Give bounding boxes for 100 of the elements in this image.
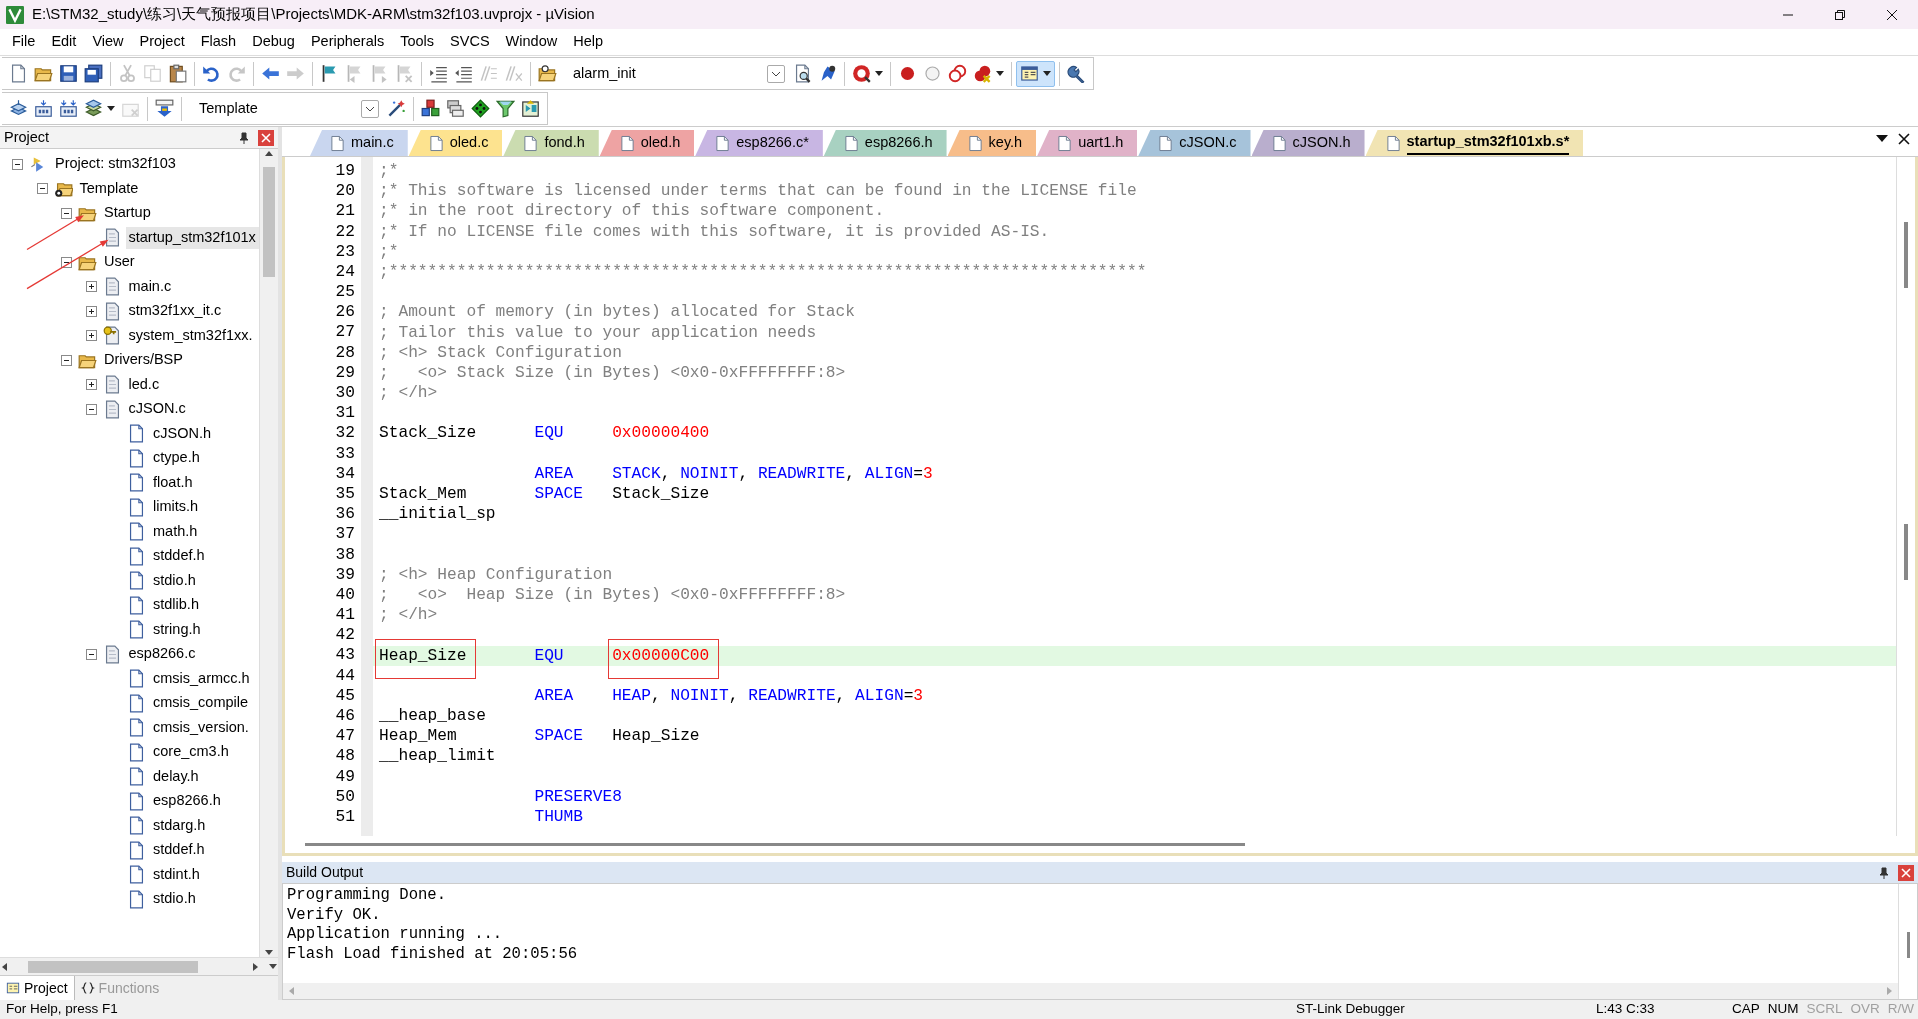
tree-item[interactable]: stdio.h xyxy=(150,888,199,911)
tree-item[interactable]: cmsis_compile xyxy=(150,692,252,715)
wand-icon[interactable] xyxy=(387,99,406,118)
stacked-windows-icon[interactable] xyxy=(446,99,465,118)
editor-tab[interactable]: cJSON.c xyxy=(1138,130,1251,156)
tree-item[interactable]: system_stm32f1xx. xyxy=(125,324,256,347)
window-icon[interactable] xyxy=(1020,64,1039,83)
breakpoint-icon[interactable] xyxy=(898,64,917,83)
tree-item[interactable]: stdint.h xyxy=(150,863,203,886)
file-icon[interactable] xyxy=(715,134,731,152)
scroll-right-icon[interactable] xyxy=(252,961,260,972)
floppy-icon[interactable] xyxy=(59,64,78,83)
editor-tab[interactable]: esp8266.h xyxy=(823,130,947,156)
tree-item[interactable]: ctype.h xyxy=(150,447,203,470)
caret-icon[interactable] xyxy=(107,105,115,112)
braces-icon[interactable] xyxy=(80,981,95,995)
folder-icon[interactable] xyxy=(538,64,557,83)
document-search-icon[interactable] xyxy=(793,64,812,83)
menu-item[interactable]: Flash xyxy=(192,29,245,55)
pin-icon[interactable] xyxy=(1878,866,1890,879)
diamond-icon[interactable] xyxy=(471,99,490,118)
tree-item[interactable]: stdio.h xyxy=(150,569,199,592)
chip-grid-icon[interactable] xyxy=(521,99,540,118)
clipboard-icon[interactable] xyxy=(168,64,187,83)
file-icon[interactable] xyxy=(1158,134,1174,152)
tree-item[interactable]: string.h xyxy=(150,618,204,641)
file-icon[interactable] xyxy=(967,134,983,152)
editor-tab[interactable]: fond.h xyxy=(503,130,599,156)
scroll-thumb[interactable] xyxy=(305,843,1245,846)
collapse-icon[interactable] xyxy=(61,354,72,366)
rings-icon[interactable] xyxy=(948,64,967,83)
menu-item[interactable]: Debug xyxy=(244,29,303,55)
dropdown-button[interactable] xyxy=(767,64,785,83)
editor-tab[interactable]: oled.c xyxy=(408,130,503,156)
window-icon[interactable] xyxy=(6,981,20,995)
file-icon[interactable] xyxy=(619,134,635,152)
collapse-icon[interactable] xyxy=(85,648,97,660)
tree-item[interactable]: Template xyxy=(76,177,142,200)
file-icon[interactable] xyxy=(1385,134,1401,152)
close-button[interactable] xyxy=(1898,864,1914,881)
collapse-icon[interactable] xyxy=(61,256,72,268)
editor-tab[interactable]: cJSON.h xyxy=(1251,130,1365,156)
editor-tab[interactable]: uart1.h xyxy=(1037,130,1138,156)
file-icon[interactable] xyxy=(1271,134,1287,152)
file-icon[interactable] xyxy=(428,134,444,152)
tree-item[interactable]: cmsis_version. xyxy=(150,716,252,739)
file-icon[interactable] xyxy=(523,134,539,152)
menu-item[interactable]: Peripherals xyxy=(302,29,393,55)
file-icon[interactable] xyxy=(843,134,859,152)
close-button[interactable] xyxy=(258,129,274,146)
expand-icon[interactable] xyxy=(85,379,97,391)
editor-tab[interactable]: key.h xyxy=(947,130,1037,156)
tree-item[interactable]: Project: stm32f103 xyxy=(52,153,179,176)
scroll-thumb[interactable] xyxy=(1904,222,1908,288)
undo-icon[interactable] xyxy=(202,64,221,83)
tree-item[interactable]: stm32f1xx_it.c xyxy=(125,300,225,323)
tree-item[interactable]: float.h xyxy=(150,471,196,494)
layout-button[interactable] xyxy=(1016,60,1055,87)
tree-item[interactable]: stddef.h xyxy=(150,545,208,568)
expand-icon[interactable] xyxy=(85,305,97,317)
tree-item[interactable]: limits.h xyxy=(150,496,202,519)
cubes-icon[interactable] xyxy=(421,99,440,118)
pin-icon[interactable] xyxy=(238,131,250,144)
tree-item[interactable]: led.c xyxy=(125,373,163,396)
tree-item[interactable]: cmsis_armcc.h xyxy=(150,667,253,690)
tree-item[interactable]: Drivers/BSP xyxy=(101,349,186,372)
layers-icon[interactable] xyxy=(84,99,103,118)
scroll-thumb[interactable] xyxy=(263,167,275,277)
scrollbar[interactable] xyxy=(0,957,278,975)
tree-item[interactable]: Startup xyxy=(101,202,154,225)
scroll-thumb[interactable] xyxy=(28,960,198,973)
caret-icon[interactable] xyxy=(996,70,1004,77)
scroll-thumb[interactable] xyxy=(1904,524,1908,580)
menu-item[interactable]: Project xyxy=(131,29,193,55)
caret-icon[interactable] xyxy=(1043,70,1051,77)
dots-cross-icon[interactable] xyxy=(973,64,992,83)
caret-icon[interactable] xyxy=(875,70,883,77)
collapse-icon[interactable] xyxy=(85,403,97,415)
scroll-thumb[interactable] xyxy=(1906,932,1910,958)
editor-tab[interactable]: main.c xyxy=(310,130,408,156)
tree-item[interactable]: cJSON.h xyxy=(150,422,214,445)
editor-tab[interactable]: esp8266.c* xyxy=(695,130,823,156)
tree-item[interactable]: esp8266.h xyxy=(150,790,224,813)
menu-item[interactable]: Window xyxy=(497,29,566,55)
menu-item[interactable]: Help xyxy=(565,29,611,55)
tree-item[interactable]: delay.h xyxy=(150,765,202,788)
tree-item[interactable]: cJSON.c xyxy=(125,398,189,421)
expand-icon[interactable] xyxy=(85,281,97,293)
close-icon[interactable] xyxy=(1898,133,1910,145)
tree-item[interactable]: User xyxy=(101,251,138,274)
menu-item[interactable]: SVCS xyxy=(442,29,498,55)
expand-icon[interactable] xyxy=(85,330,97,342)
download-icon[interactable] xyxy=(155,99,174,118)
scroll-left-icon[interactable] xyxy=(0,961,8,972)
funnel-icon[interactable] xyxy=(496,99,515,118)
collapse-icon[interactable] xyxy=(12,158,23,170)
floppies-icon[interactable] xyxy=(84,64,103,83)
tree-item[interactable]: math.h xyxy=(150,520,201,543)
close-icon[interactable] xyxy=(1886,8,1898,21)
editor-tab[interactable]: oled.h xyxy=(599,130,695,156)
